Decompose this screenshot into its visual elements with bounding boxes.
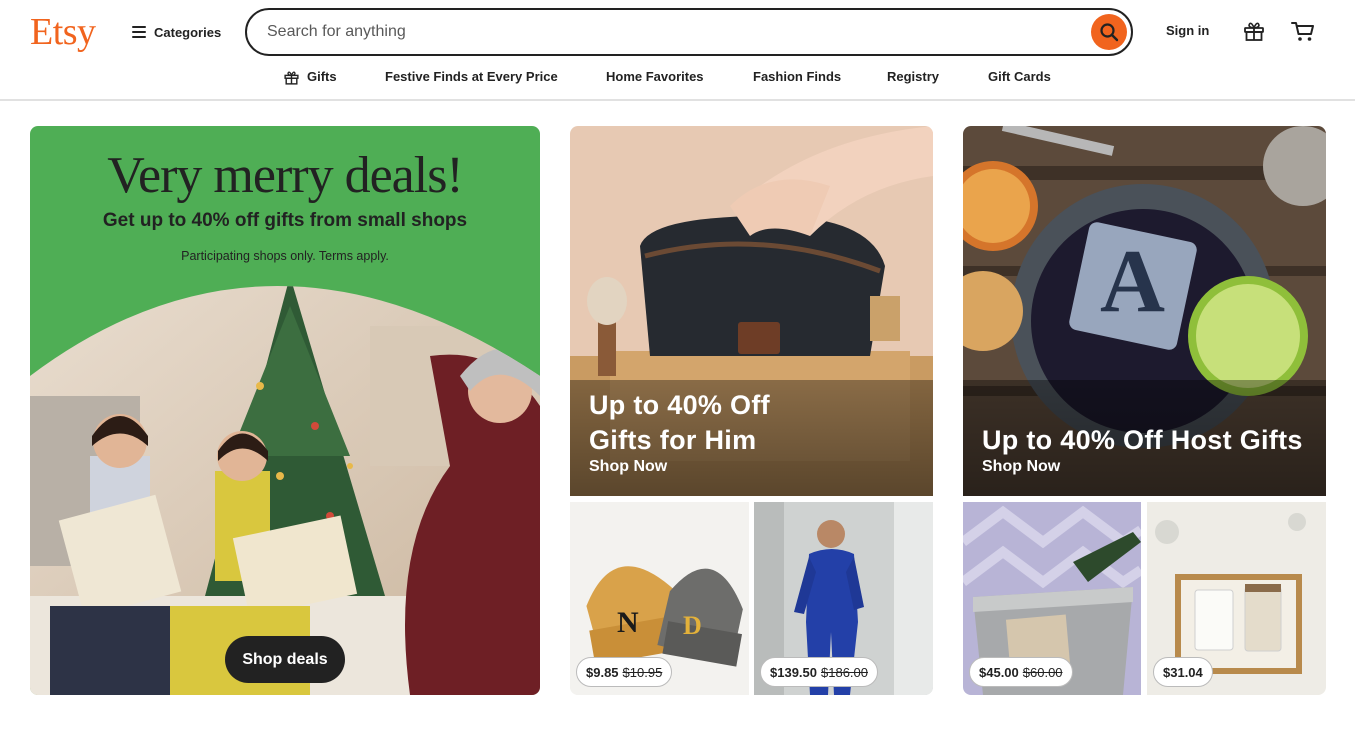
nav-item-gift-cards[interactable]: Gift Cards bbox=[988, 68, 1051, 86]
original-price: $186.00 bbox=[821, 664, 868, 680]
price-badge: $9.85 $10.95 bbox=[576, 657, 673, 687]
product-tile-gift-box[interactable]: $31.04 bbox=[1147, 502, 1326, 695]
nav-item-gifts[interactable]: Gifts bbox=[283, 68, 337, 86]
search-bar bbox=[245, 8, 1133, 56]
original-price: $10.95 bbox=[622, 664, 663, 680]
promo-title-line1: Up to 40% Off bbox=[589, 390, 770, 420]
gift-icon[interactable] bbox=[1242, 19, 1266, 43]
price-badge: $31.04 bbox=[1153, 657, 1213, 687]
nav-item-registry[interactable]: Registry bbox=[887, 68, 939, 86]
shop-deals-button[interactable]: Shop deals bbox=[225, 636, 345, 683]
site-header: Etsy Categories Sign in bbox=[0, 0, 1355, 101]
hero-title: Very merry deals! bbox=[107, 147, 464, 204]
hero-banner[interactable]: Very merry deals! Get up to 40% off gift… bbox=[30, 126, 540, 695]
nav-item-festive-finds[interactable]: Festive Finds at Every Price bbox=[385, 68, 558, 86]
product-tile-beanies[interactable]: N D $9.85 $10.95 bbox=[570, 502, 749, 695]
nav-item-label: Gifts bbox=[307, 69, 337, 84]
promo-host-gifts[interactable]: A Up to 40% Off Host Gifts Shop Now bbox=[963, 126, 1326, 496]
svg-text:N: N bbox=[617, 606, 639, 639]
nav-item-home-favorites[interactable]: Home Favorites bbox=[606, 68, 704, 86]
shop-now-link[interactable]: Shop Now bbox=[982, 458, 1060, 476]
svg-text:D: D bbox=[683, 611, 702, 640]
category-nav: Gifts Festive Finds at Every Price Home … bbox=[0, 68, 1355, 88]
product-tile-coveralls[interactable]: $139.50 $186.00 bbox=[754, 502, 933, 695]
shop-now-link[interactable]: Shop Now bbox=[589, 458, 667, 476]
price-badge: $45.00 $60.00 bbox=[969, 657, 1073, 687]
original-price: $60.00 bbox=[1022, 664, 1063, 680]
sale-price: $9.85 bbox=[586, 664, 619, 680]
hero-terms: Participating shops only. Terms apply. bbox=[181, 249, 389, 263]
cart-icon[interactable] bbox=[1290, 19, 1316, 43]
search-button[interactable] bbox=[1091, 14, 1127, 50]
svg-text:A: A bbox=[1100, 232, 1165, 331]
sale-price: $139.50 bbox=[770, 664, 817, 680]
sale-price: $45.00 bbox=[979, 664, 1019, 680]
search-icon bbox=[1100, 23, 1119, 42]
sign-in-link[interactable]: Sign in bbox=[1166, 23, 1209, 38]
sale-price: $31.04 bbox=[1163, 664, 1203, 680]
gift-icon bbox=[284, 70, 299, 85]
nav-item-fashion-finds[interactable]: Fashion Finds bbox=[753, 68, 841, 86]
categories-button[interactable]: Categories bbox=[132, 22, 221, 42]
menu-icon bbox=[132, 26, 146, 38]
search-input[interactable] bbox=[265, 20, 1085, 44]
etsy-logo[interactable]: Etsy bbox=[30, 10, 96, 54]
price-badge: $139.50 $186.00 bbox=[760, 657, 878, 687]
categories-label: Categories bbox=[154, 24, 222, 40]
product-tile-ice-bucket[interactable]: $45.00 $60.00 bbox=[963, 502, 1141, 695]
promo-title-line2: Gifts for Him bbox=[589, 425, 757, 455]
promo-title: Up to 40% Off Host Gifts bbox=[982, 425, 1303, 455]
hero-subtitle: Get up to 40% off gifts from small shops bbox=[102, 210, 468, 231]
promo-gifts-for-him[interactable]: Up to 40% Off Gifts for Him Shop Now bbox=[570, 126, 933, 496]
